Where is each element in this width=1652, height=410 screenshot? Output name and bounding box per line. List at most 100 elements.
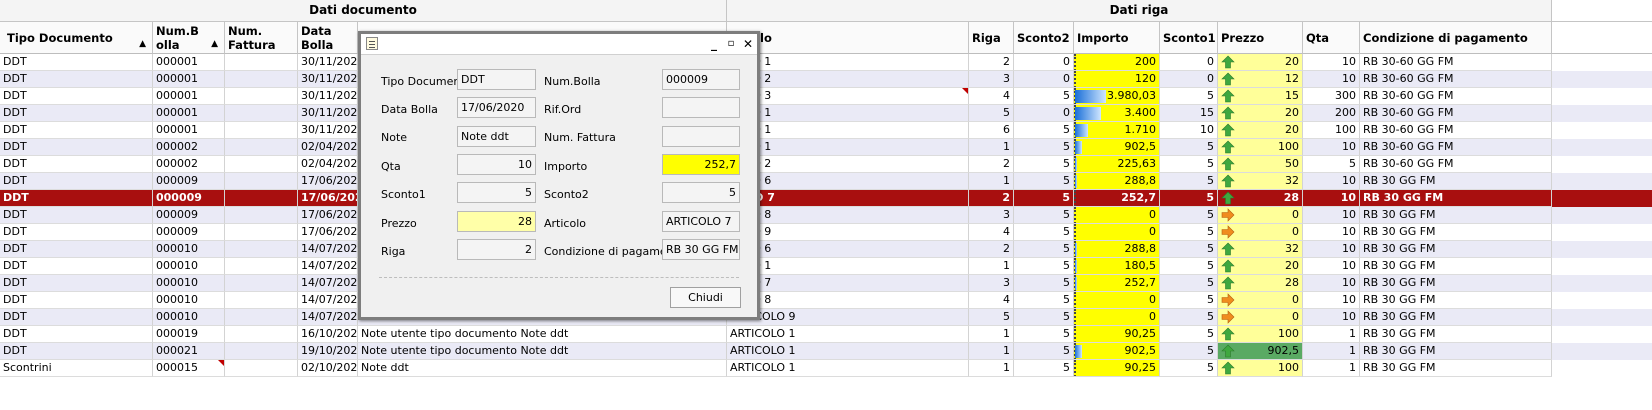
cell-data-bolla: 17/06/2020 [298, 190, 358, 207]
table-row[interactable]: DDT00001014/07/2020COLO 735252,752810RB … [0, 275, 1652, 292]
cell-data-bolla: 14/07/2020 [298, 275, 358, 292]
cell-articolo: COLO 1 [727, 105, 969, 122]
importo-databar [1075, 90, 1106, 103]
cell-border-marker [1074, 309, 1078, 325]
table-row[interactable]: DDT00000202/04/2021COLO 225225,635505RB … [0, 156, 1652, 173]
table-row[interactable]: DDT00000917/06/2020COLO 94505010RB 30 GG… [0, 224, 1652, 241]
cell-sconto2: 5 [1014, 207, 1074, 224]
cell-importo: 0 [1074, 224, 1160, 241]
data-grid[interactable]: Dati documento Dati riga Tipo Documento ▲… [0, 0, 1652, 410]
field-data-bolla[interactable]: 17/06/2020 [457, 97, 536, 118]
cell-tipo-documento: DDT [0, 139, 153, 156]
close-icon[interactable]: ✕ [740, 36, 756, 52]
cell-tipo-documento: DDT [0, 88, 153, 105]
cell-num-fattura [225, 156, 298, 173]
cell-condizione: RB 30 GG FM [1360, 275, 1552, 292]
cell-condizione: RB 30-60 GG FM [1360, 54, 1552, 71]
field-num-bolla[interactable]: 000009 [662, 69, 740, 90]
cell-data-bolla: 02/04/2021 [298, 156, 358, 173]
field-articolo[interactable]: ARTICOLO 7 [662, 211, 740, 232]
cell-riga: 1 [969, 139, 1014, 156]
cell-importo: 0 [1074, 309, 1160, 326]
col-header-data-bolla[interactable]: Data Bolla [298, 22, 358, 54]
table-row[interactable]: DDT00000917/06/2020COLO 725252,752810RB … [0, 190, 1652, 207]
table-row[interactable]: DDT00001014/07/2020COLO 84505010RB 30 GG… [0, 292, 1652, 309]
table-row[interactable]: DDT00000130/11/2020COLO 1503.4001520200R… [0, 105, 1652, 122]
maximize-icon[interactable]: ▫ [723, 36, 739, 52]
table-row[interactable]: DDT00000917/06/2020COLO 83505010RB 30 GG… [0, 207, 1652, 224]
col-header-articolo[interactable]: lo [727, 22, 969, 54]
table-row[interactable]: DDT00001014/07/2020Note ddtARTICOLO 9550… [0, 309, 1652, 326]
cell-tipo-documento: DDT [0, 105, 153, 122]
cell-condizione: RB 30 GG FM [1360, 326, 1552, 343]
cell-articolo: ARTICOLO 9 [727, 309, 969, 326]
cell-riga: 5 [969, 309, 1014, 326]
col-header-num-bolla[interactable]: Num.Bolla ▲ [153, 22, 225, 54]
col-header-num-fattura[interactable]: Num. Fattura [225, 22, 298, 54]
cell-num-fattura [225, 241, 298, 258]
cell-riga: 2 [969, 190, 1014, 207]
field-qta[interactable]: 10 [457, 154, 536, 175]
minimize-icon[interactable]: _ [706, 36, 722, 52]
cell-num-bolla: 000021 [153, 343, 225, 360]
field-sconto2[interactable]: 5 [662, 182, 740, 203]
cell-prezzo: 20 [1218, 54, 1303, 71]
cell-sconto2: 0 [1014, 54, 1074, 71]
table-row[interactable]: DDT00001014/07/2020COLO 625288,853210RB … [0, 241, 1652, 258]
cell-num-bolla: 000002 [153, 139, 225, 156]
cell-num-fattura [225, 207, 298, 224]
field-condizione-pagamento[interactable]: RB 30 GG FM [662, 239, 740, 260]
table-row[interactable]: DDT00000917/06/2020COLO 615288,853210RB … [0, 173, 1652, 190]
cell-num-fattura [225, 275, 298, 292]
field-prezzo[interactable]: 28 [457, 211, 536, 232]
cell-prezzo: 100 [1218, 360, 1303, 377]
field-importo[interactable]: 252,7 [662, 154, 740, 175]
cell-tipo-documento: DDT [0, 258, 153, 275]
cell-importo: 90,25 [1074, 360, 1160, 377]
col-header-tipo-documento[interactable]: Tipo Documento ▲ [0, 22, 153, 54]
cell-sconto2: 5 [1014, 173, 1074, 190]
cell-prezzo: 20 [1218, 258, 1303, 275]
field-note[interactable]: Note ddt [457, 126, 536, 147]
table-row[interactable]: Scontrini000015 02/10/2020Note ddtARTICOL… [0, 360, 1652, 377]
cell-prezzo: 100 [1218, 139, 1303, 156]
col-header-sconto1[interactable]: Sconto1 [1160, 22, 1218, 54]
col-header-importo[interactable]: Importo [1074, 22, 1160, 54]
col-header-sconto2[interactable]: Sconto2 [1014, 22, 1074, 54]
table-row[interactable]: DDT00000130/11/2020COLO 23012001210RB 30… [0, 71, 1652, 88]
col-header-prezzo[interactable]: Prezzo [1218, 22, 1303, 54]
table-row[interactable]: DDT000001 30/11/2020 COLO 1651.7101020100R… [0, 122, 1652, 139]
cell-tipo-documento: DDT [0, 292, 153, 309]
table-row[interactable]: DDT000021 19/10/2020Note utente tipo docu… [0, 343, 1652, 360]
cell-num-fattura [225, 292, 298, 309]
cell-data-bolla: 14/07/2020 [298, 258, 358, 275]
cell-riga: 4 [969, 224, 1014, 241]
col-header-condizione[interactable]: Condizione di pagamento [1360, 22, 1552, 54]
col-header-riga[interactable]: Riga [969, 22, 1014, 54]
field-sconto1[interactable]: 5 [457, 182, 536, 203]
row-filler [1552, 88, 1652, 105]
table-row[interactable]: DDT00001014/07/2020COLO 115180,552010RB … [0, 258, 1652, 275]
cell-sconto1: 15 [1160, 105, 1218, 122]
close-button[interactable]: Chiudi [670, 287, 741, 308]
row-filler [1552, 224, 1652, 241]
col-header-qta[interactable]: Qta [1303, 22, 1360, 54]
cell-sconto1: 5 [1160, 343, 1218, 360]
table-row[interactable]: DDT000019 16/10/2020Note utente tipo docu… [0, 326, 1652, 343]
field-rif-ord[interactable] [662, 97, 740, 118]
field-riga[interactable]: 2 [457, 239, 536, 260]
cell-qta: 1 [1303, 326, 1360, 343]
detail-dialog[interactable]: _ ▫ ✕ Tipo Documento DDT Num.Bolla 00000… [358, 31, 760, 320]
dialog-titlebar[interactable]: _ ▫ ✕ [361, 34, 757, 55]
cell-articolo: COLO 6 [727, 173, 969, 190]
cell-qta: 10 [1303, 275, 1360, 292]
field-num-fattura[interactable] [662, 126, 740, 147]
table-row[interactable]: DDT00000130/11/2020COLO 3453.980,0351530… [0, 88, 1652, 105]
field-tipo-documento[interactable]: DDT [457, 69, 536, 90]
table-row[interactable]: DDT00000130/11/2020COLO 12020002010RB 30… [0, 54, 1652, 71]
cell-sconto2: 5 [1014, 156, 1074, 173]
cell-num-fattura [225, 139, 298, 156]
table-row[interactable]: DDT00000202/04/2021COLO 115902,5510010RB… [0, 139, 1652, 156]
cell-num-fattura [225, 71, 298, 88]
label-data-bolla: Data Bolla [381, 103, 438, 116]
